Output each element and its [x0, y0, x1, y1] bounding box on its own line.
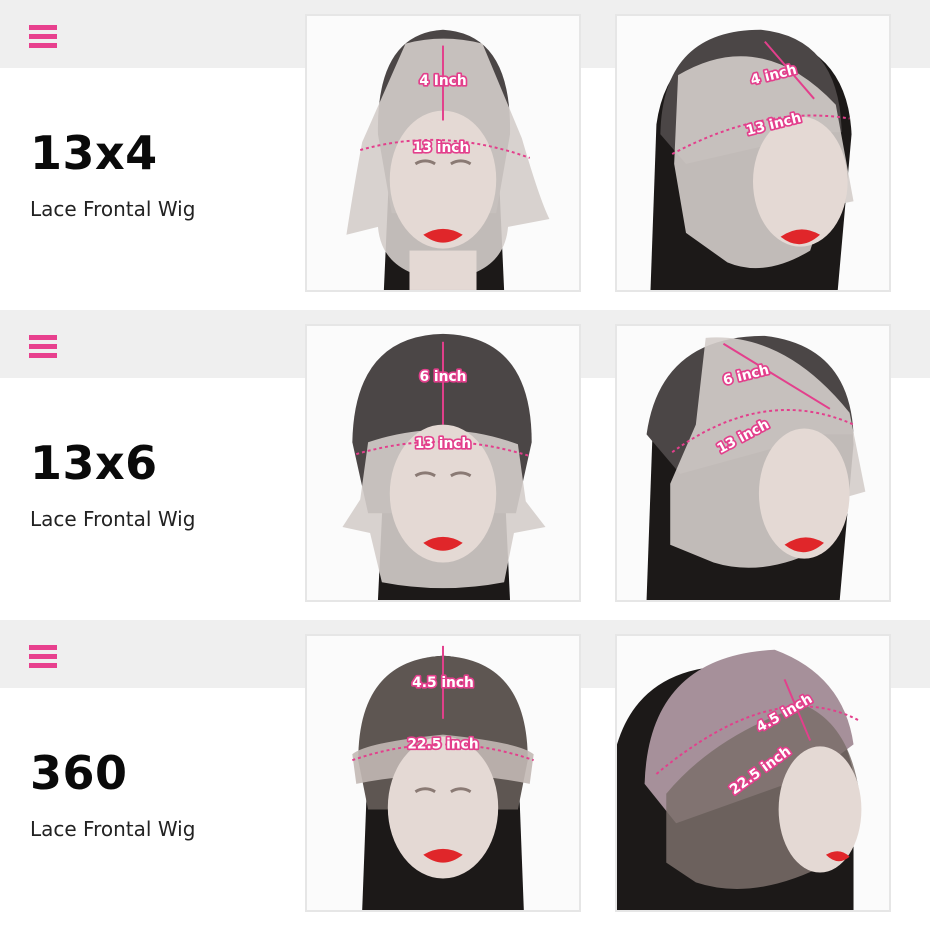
width-measurement: 13 inch	[415, 436, 472, 452]
side-view-photo: 4.5 inch 22.5 inch	[615, 634, 891, 912]
front-view-photo: 6 inch 13 inch	[305, 324, 581, 602]
wig-type-label: Lace Frontal Wig	[30, 507, 196, 531]
depth-measurement: 4 Inch	[419, 73, 466, 89]
wig-size-label: 13x6	[30, 436, 158, 490]
width-measurement: 13 inch	[413, 140, 470, 156]
wig-size-label: 360	[30, 746, 128, 800]
menu-icon[interactable]	[29, 645, 57, 669]
wig-type-label: Lace Frontal Wig	[30, 817, 196, 841]
wig-size-label: 13x4	[30, 126, 158, 180]
depth-measurement: 6 inch	[420, 369, 467, 385]
front-view-photo: 4.5 inch 22.5 inch	[305, 634, 581, 912]
width-measurement: 22.5 inch	[407, 736, 478, 752]
wig-row-13x4: 13x4 Lace Frontal Wig 4 Inch 13 inch 4 i…	[0, 0, 930, 310]
wig-row-360: 360 Lace Frontal Wig 4.5 inch 22.5 inch …	[0, 620, 930, 930]
menu-icon[interactable]	[29, 335, 57, 359]
wig-type-label: Lace Frontal Wig	[30, 197, 196, 221]
front-view-photo: 4 Inch 13 inch	[305, 14, 581, 292]
depth-measurement: 4.5 inch	[412, 675, 474, 691]
side-view-photo: 6 inch 13 inch	[615, 324, 891, 602]
wig-row-13x6: 13x6 Lace Frontal Wig 6 inch 13 inch 6 i…	[0, 310, 930, 620]
menu-icon[interactable]	[29, 25, 57, 49]
side-view-photo: 4 inch 13 inch	[615, 14, 891, 292]
